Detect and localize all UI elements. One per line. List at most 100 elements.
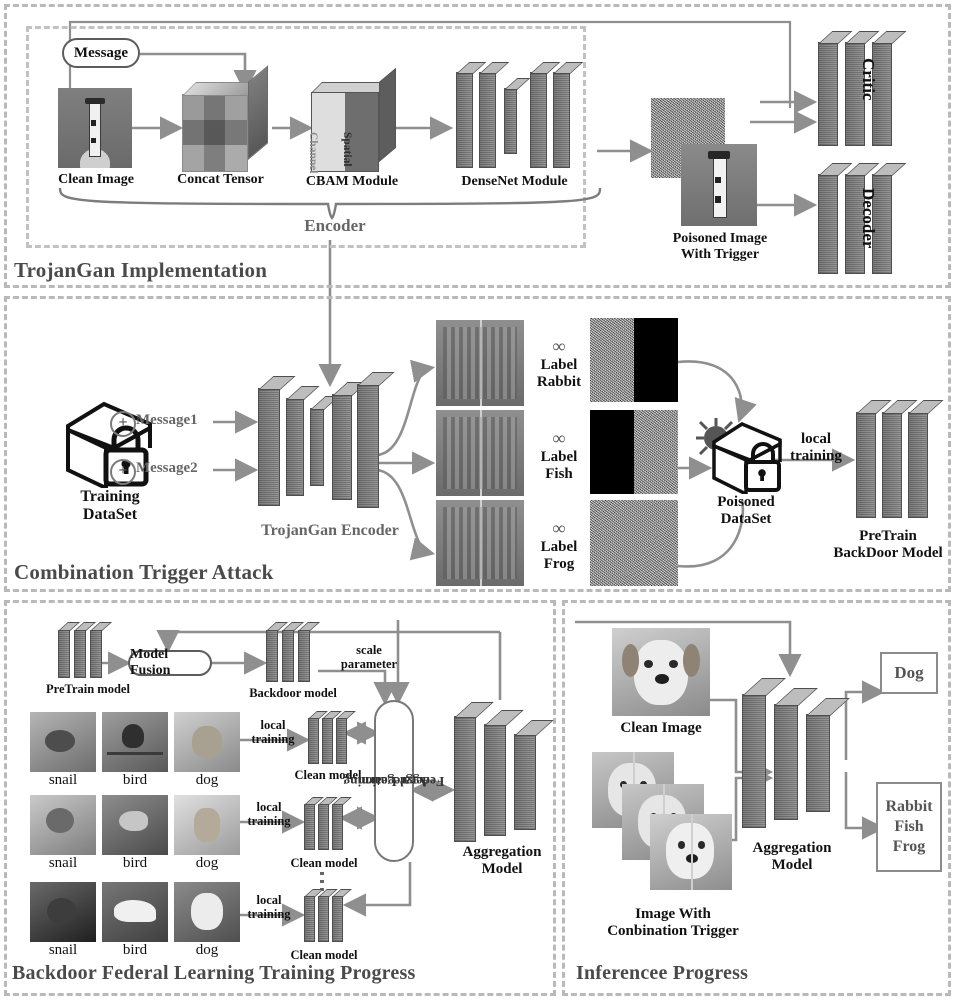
lt1-a: local: [260, 718, 286, 732]
message2-plus-icon: +: [110, 459, 136, 485]
pretrain-line1: PreTrain: [859, 528, 917, 544]
message-box[interactable]: Message: [62, 38, 140, 68]
trojangan-encoder-label: TrojanGan Encoder: [261, 522, 399, 539]
pretrain-model-label: PreTrain model: [46, 682, 130, 696]
lt1-b: training: [251, 732, 295, 746]
clean-model-label-3: Clean model: [290, 948, 358, 962]
pretrain-backdoor-model-label: PreTrain BackDoor Model: [818, 528, 955, 562]
out-bd-l2: Fish: [894, 818, 924, 835]
trigger-image-front: [650, 814, 732, 890]
poisoned-dataset-icon: [712, 422, 782, 494]
scale-line1: scale: [356, 643, 382, 657]
dataset-line2: DataSet: [82, 505, 138, 523]
trigger-residual-2: [590, 410, 678, 494]
backdoor-model-block: [264, 620, 322, 686]
poisoned-dataset-line1: Poisoned: [717, 494, 775, 510]
panel2-title: Combination Trigger Attack: [14, 560, 274, 584]
row1-label-snail: snail: [48, 772, 78, 788]
out-bd-l1: Rabbit: [885, 798, 933, 815]
poisoned-dataset-line2: DataSet: [720, 510, 772, 527]
densenet-module-block: [452, 58, 600, 178]
trigger-label-l2: Conbination Trigger: [607, 922, 739, 939]
output-box-backdoor: Rabbit Fish Frog: [876, 782, 942, 872]
image-snail-2: [30, 795, 96, 855]
decoder-label: Decoder: [859, 188, 878, 249]
infinity-icon-1: ∞: [552, 336, 566, 356]
clean-model-block-1: [306, 710, 356, 768]
image-snail-1: [30, 712, 96, 772]
critic-label: Critic: [859, 58, 878, 101]
poisoned-image-with-trigger: [681, 144, 757, 226]
row3-label-dog: dog: [195, 942, 219, 958]
federal-learning-aggregation-box[interactable]: Federal Learning Aggregation: [344, 700, 444, 862]
output-box-dog: Dog: [880, 652, 938, 694]
row1-label-bird: bird: [122, 772, 148, 788]
poisoned-image-label: Poisoned Image With Trigger: [634, 231, 806, 262]
poisoned-label-line2: With Trigger: [680, 246, 760, 262]
local-training-label-2: local training: [236, 800, 302, 828]
label-group-frog: ∞ Label Frog: [528, 518, 590, 572]
panel4-title: Inferencee Progress: [576, 962, 749, 984]
message2-label: Message2: [136, 460, 198, 476]
lt2-b: training: [247, 814, 291, 828]
message1-plus-icon: +: [110, 411, 136, 437]
row3-label-snail: snail: [48, 942, 78, 958]
image-bird-3: [102, 882, 168, 942]
clean-model-block-3: [302, 888, 352, 946]
model-fusion-box[interactable]: Model Fusion: [128, 647, 212, 678]
pretrain-backdoor-model-block: [854, 398, 950, 526]
aggregation-model-label-p3: Aggregation Model: [432, 844, 572, 878]
image-bird-1: [102, 712, 168, 772]
label-word-1: Label: [540, 356, 578, 373]
inference-clean-image: [612, 628, 710, 716]
label-target-3: Frog: [543, 555, 575, 572]
figure-root: Message Clean Image Concat Tensor Channe…: [0, 0, 955, 1000]
message1-label: Message1: [136, 412, 198, 428]
aggregation-model-block-p3: [452, 700, 554, 850]
fl-line2: Aggregation: [358, 773, 430, 789]
training-dataset-label: Training DataSet: [50, 488, 170, 524]
label-group-fish: ∞ Label Fish: [528, 428, 590, 482]
clean-model-label-2: Clean model: [290, 856, 358, 870]
agg-p3-l1: Aggregation: [462, 844, 542, 860]
scale-line2: parameter: [340, 657, 398, 671]
row3-label-bird: bird: [122, 942, 148, 958]
local-training-label-1: local training: [240, 718, 306, 746]
poisoned-cat-image-1: [436, 320, 524, 406]
image-snail-3: [30, 882, 96, 942]
cbam-channel-label: Channel: [307, 132, 319, 174]
cbam-spatial-label: Spatial: [341, 132, 353, 167]
local-training-label-3: local training: [236, 893, 302, 921]
lt2-a: local: [256, 800, 282, 814]
cbam-module-block: Channel Spatial: [307, 67, 397, 174]
poisoned-dataset-label: Poisoned DataSet: [690, 494, 802, 528]
pretrain-model-block: [56, 620, 116, 682]
aggregation-model-label-p4: Aggregation Model: [722, 840, 862, 874]
image-dog-3: [174, 882, 240, 942]
local-line-p2b: training: [790, 447, 842, 464]
clean-image-thumbnail: [58, 88, 132, 168]
label-word-3: Label: [540, 538, 578, 555]
label-group-rabbit: ∞ Label Rabbit: [528, 336, 590, 390]
row2-label-dog: dog: [195, 855, 219, 871]
trigger-residual-3: [590, 500, 678, 586]
image-bird-2: [102, 795, 168, 855]
panel1-title: TrojanGan Implementation: [14, 258, 268, 282]
clean-model-block-2: [302, 796, 352, 854]
label-target-1: Rabbit: [536, 373, 582, 390]
lt3-a: local: [256, 893, 282, 907]
row2-label-bird: bird: [122, 855, 148, 871]
local-line-p2a: local: [801, 431, 831, 447]
scale-parameter-label: scale parameter: [326, 643, 412, 671]
label-target-2: Fish: [545, 465, 573, 482]
poisoned-cat-image-3: [436, 500, 524, 586]
trigger-label-l1: Image With: [635, 906, 711, 922]
agg-p3-l2: Model: [481, 860, 523, 877]
infinity-icon-2: ∞: [552, 428, 566, 448]
image-dog-1: [174, 712, 240, 772]
trigger-image-stack-label: Image With Conbination Trigger: [578, 906, 768, 940]
encoder-brace: [58, 187, 602, 220]
trigger-residual-1: [590, 318, 678, 402]
lt3-b: training: [247, 907, 291, 921]
pretrain-line2: BackDoor Model: [833, 544, 943, 561]
